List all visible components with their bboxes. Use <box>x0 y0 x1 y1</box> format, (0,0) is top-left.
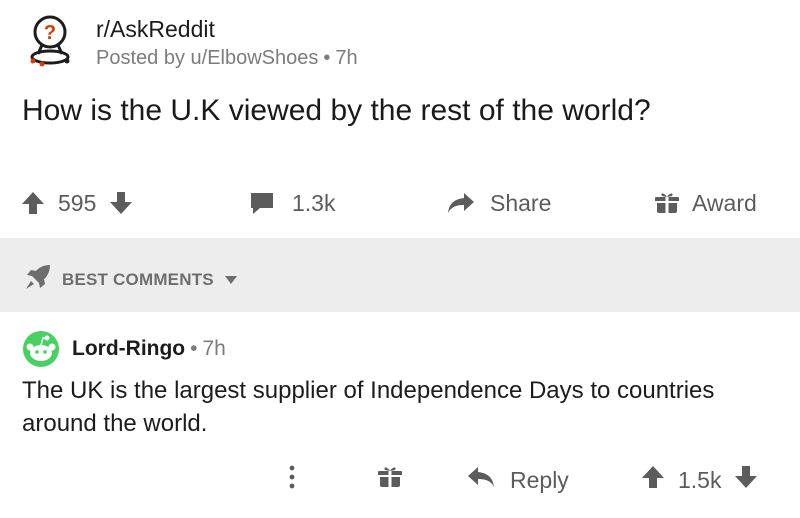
svg-text:?: ? <box>44 22 56 44</box>
downvote-icon[interactable] <box>108 190 134 216</box>
award-icon <box>654 190 680 216</box>
subreddit-name[interactable]: r/AskReddit <box>96 16 215 43</box>
comment-author[interactable]: Lord-Ringo <box>72 337 185 360</box>
post-meta: Posted by u/ElbowShoes • 7h <box>96 47 358 70</box>
comment-count: 1.3k <box>292 189 336 216</box>
share-button[interactable]: Share <box>446 178 551 228</box>
post-time: 7h <box>335 47 358 69</box>
vote-group: 595 <box>20 178 134 228</box>
comment-score: 1.5k <box>678 466 722 493</box>
more-icon <box>286 463 298 497</box>
posted-by-label: Posted by <box>96 47 185 69</box>
comment-vote-group: 1.5k <box>640 458 759 502</box>
comment-award-button[interactable] <box>377 458 403 502</box>
downvote-icon[interactable] <box>733 464 759 496</box>
rocket-icon <box>24 263 52 296</box>
sort-label: BEST COMMENTS <box>62 269 214 289</box>
meta-separator: • <box>323 47 331 69</box>
comment-meta: Lord-Ringo • 7h <box>72 337 226 361</box>
subreddit-avatar-icon[interactable]: ? <box>22 12 78 68</box>
meta-separator: • <box>190 337 198 360</box>
comment-body: The UK is the largest supplier of Indepe… <box>22 377 715 437</box>
post-author[interactable]: u/ElbowShoes <box>191 47 319 69</box>
post-score: 595 <box>58 189 97 216</box>
more-button[interactable] <box>286 458 298 502</box>
upvote-icon[interactable] <box>640 464 666 496</box>
comment-icon <box>248 190 276 216</box>
reply-label: Reply <box>510 466 569 493</box>
caret-down-icon <box>224 270 238 290</box>
comment-time: 7h <box>202 337 226 360</box>
upvote-icon[interactable] <box>20 190 46 216</box>
sort-button[interactable]: BEST COMMENTS <box>24 263 238 296</box>
post-action-bar: 595 1.3k Share Award <box>0 178 800 228</box>
share-label: Share <box>490 189 552 216</box>
avatar[interactable] <box>22 330 60 368</box>
award-label: Award <box>692 189 757 216</box>
comments-button[interactable]: 1.3k <box>248 178 335 228</box>
award-icon <box>377 464 403 496</box>
reply-icon <box>466 464 496 496</box>
post-title[interactable]: How is the U.K viewed by the rest of the… <box>22 94 651 128</box>
share-icon <box>446 190 476 216</box>
reply-button[interactable]: Reply <box>466 458 569 502</box>
award-button[interactable]: Award <box>654 178 757 228</box>
